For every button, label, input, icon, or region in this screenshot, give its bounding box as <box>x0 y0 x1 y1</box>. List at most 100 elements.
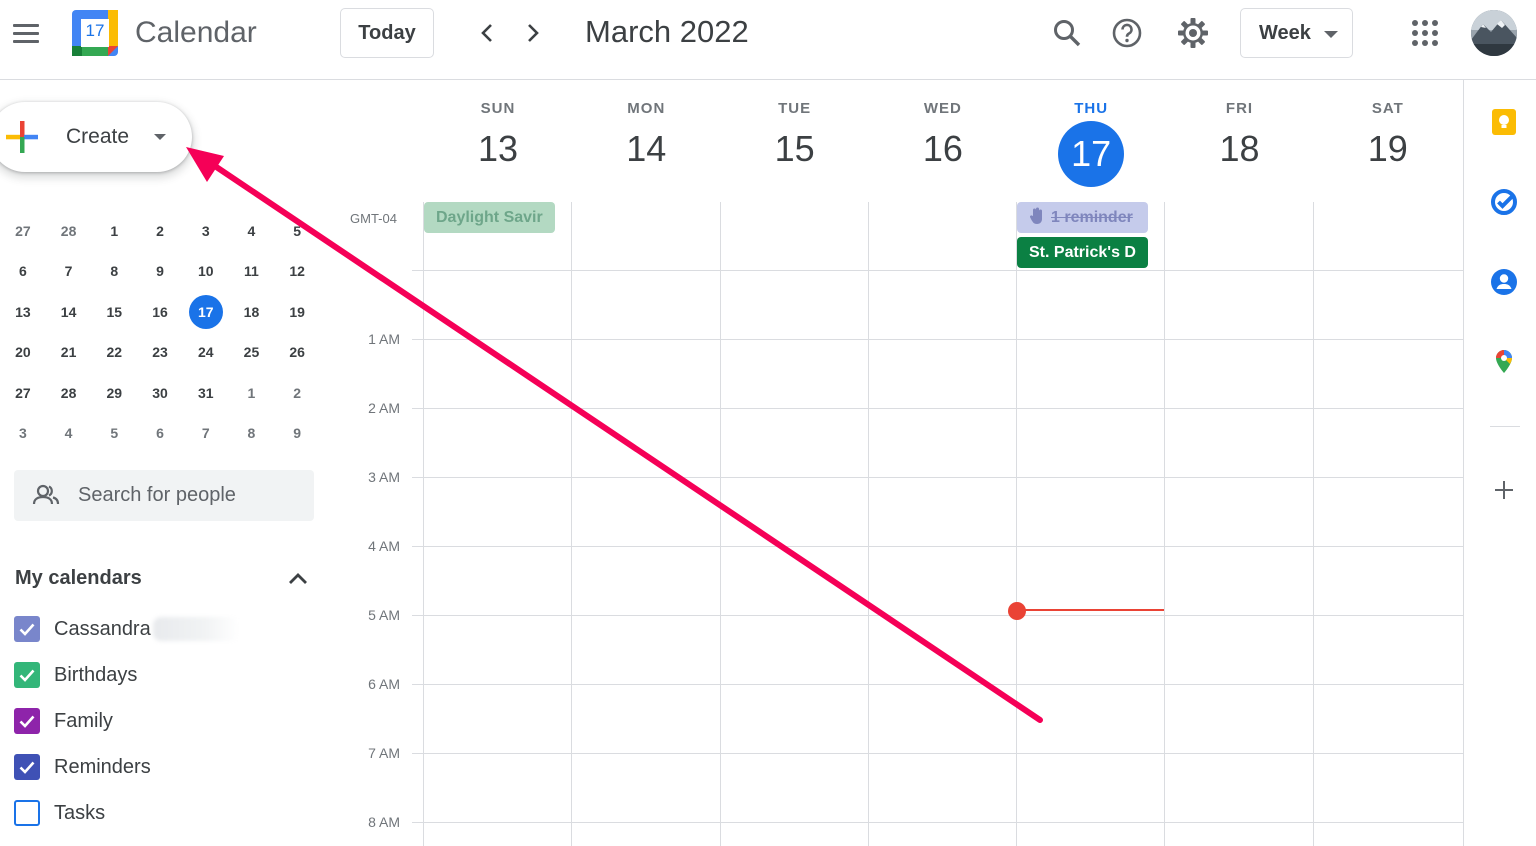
mini-calendar-day[interactable]: 2 <box>274 374 320 414</box>
redacted-name <box>152 617 239 641</box>
mini-calendar-day[interactable]: 7 <box>183 414 229 454</box>
day-column-line <box>1313 202 1314 846</box>
mini-calendar-day[interactable]: 10 <box>183 252 229 292</box>
mini-calendar-day[interactable]: 21 <box>46 333 92 373</box>
day-number[interactable]: 18 <box>1166 129 1314 169</box>
calendar-checkbox[interactable] <box>14 662 40 688</box>
mini-calendar-day[interactable]: 18 <box>229 293 275 333</box>
day-number[interactable]: 16 <box>869 129 1017 169</box>
calendar-checkbox[interactable] <box>14 754 40 780</box>
mini-calendar-day[interactable]: 26 <box>274 333 320 373</box>
help-button[interactable] <box>1108 14 1146 52</box>
mini-calendar-day[interactable]: 9 <box>274 414 320 454</box>
mini-calendar-day[interactable]: 25 <box>229 333 275 373</box>
mini-calendar-day[interactable]: 2 <box>137 212 183 252</box>
tasks-icon[interactable] <box>1490 188 1518 216</box>
checkmark-icon <box>19 761 35 774</box>
day-header-tue[interactable]: TUE 15 <box>721 100 869 169</box>
event-daylight-saving[interactable]: Daylight Savir <box>424 202 555 233</box>
my-calendars-heading[interactable]: My calendars <box>15 567 142 590</box>
mini-calendar-day[interactable]: 23 <box>137 333 183 373</box>
day-number[interactable]: 13 <box>424 129 572 169</box>
mini-calendar-day[interactable]: 19 <box>274 293 320 333</box>
day-header-wed[interactable]: WED 16 <box>869 100 1017 169</box>
mini-calendar-day[interactable]: 4 <box>46 414 92 454</box>
mini-calendar-day[interactable]: 27 <box>0 212 46 252</box>
day-number[interactable]: 14 <box>572 129 720 169</box>
event-st-patricks-day[interactable]: St. Patrick's D <box>1017 237 1148 268</box>
day-header-sun[interactable]: SUN 13 <box>424 100 572 169</box>
mini-calendar-day[interactable]: 4 <box>229 212 275 252</box>
maps-icon[interactable] <box>1490 348 1518 376</box>
mini-calendar-day[interactable]: 3 <box>0 414 46 454</box>
create-button[interactable]: Create <box>0 102 192 172</box>
checkmark-icon <box>19 715 35 728</box>
time-label: 7 AM <box>368 745 400 761</box>
calendar-checkbox[interactable] <box>14 616 40 642</box>
calendar-checkbox[interactable] <box>14 800 40 826</box>
day-header-fri[interactable]: FRI 18 <box>1166 100 1314 169</box>
calendar-label: Tasks <box>54 801 106 824</box>
day-number[interactable]: 19 <box>1314 129 1462 169</box>
mini-calendar-day[interactable]: 9 <box>137 252 183 292</box>
mini-calendar-day[interactable]: 15 <box>91 293 137 333</box>
mini-calendar-day[interactable]: 28 <box>46 374 92 414</box>
contacts-icon[interactable] <box>1490 268 1518 296</box>
calendar-item-birthdays[interactable]: Birthdays <box>14 660 137 690</box>
calendar-item-cassandra[interactable]: Cassandra <box>14 614 239 644</box>
hour-line <box>412 477 1464 478</box>
chevron-up-icon[interactable] <box>287 568 309 590</box>
checkmark-icon <box>19 669 35 682</box>
mini-calendar-day[interactable]: 13 <box>0 293 46 333</box>
mini-calendar-day[interactable]: 28 <box>46 212 92 252</box>
day-number[interactable]: 15 <box>721 129 869 169</box>
calendar-item-tasks[interactable]: Tasks <box>14 798 105 828</box>
day-header-thu[interactable]: THU 17 <box>1017 100 1165 187</box>
mini-calendar-day[interactable]: 5 <box>91 414 137 454</box>
mini-calendar-day[interactable]: 6 <box>137 414 183 454</box>
mini-calendar-day[interactable]: 5 <box>274 212 320 252</box>
search-button[interactable] <box>1048 14 1086 52</box>
avatar[interactable] <box>1471 10 1517 56</box>
hour-line <box>412 615 1464 616</box>
next-week-button[interactable] <box>518 18 548 48</box>
mini-calendar-day[interactable]: 6 <box>0 252 46 292</box>
day-number[interactable]: 17 <box>1058 121 1125 187</box>
search-people-input[interactable]: Search for people <box>14 470 314 521</box>
mini-calendar-day[interactable]: 1 <box>229 374 275 414</box>
keep-icon[interactable] <box>1490 108 1518 136</box>
mini-calendar-day[interactable]: 8 <box>91 252 137 292</box>
mini-calendar-day[interactable]: 20 <box>0 333 46 373</box>
mini-calendar-day[interactable]: 31 <box>183 374 229 414</box>
mini-calendar-day[interactable]: 16 <box>137 293 183 333</box>
time-label: 6 AM <box>368 676 400 692</box>
mini-calendar-day[interactable]: 1 <box>91 212 137 252</box>
mini-calendar-day[interactable]: 12 <box>274 252 320 292</box>
menu-icon[interactable] <box>8 13 44 53</box>
mini-calendar-day[interactable]: 7 <box>46 252 92 292</box>
mini-calendar-day[interactable]: 17 <box>183 293 229 333</box>
today-button[interactable]: Today <box>340 8 434 58</box>
calendar-item-reminders[interactable]: Reminders <box>14 752 151 782</box>
day-header-mon[interactable]: MON 14 <box>572 100 720 169</box>
mini-calendar-day[interactable]: 3 <box>183 212 229 252</box>
mini-calendar-day[interactable]: 29 <box>91 374 137 414</box>
mini-calendar-day[interactable]: 27 <box>0 374 46 414</box>
event-reminder[interactable]: 1 reminder <box>1017 202 1148 233</box>
settings-button[interactable] <box>1174 14 1212 52</box>
mini-calendar-day[interactable]: 24 <box>183 333 229 373</box>
add-icon[interactable] <box>1490 476 1518 504</box>
apps-grid-icon[interactable] <box>1410 18 1440 48</box>
mini-calendar-day[interactable]: 8 <box>229 414 275 454</box>
calendar-checkbox[interactable] <box>14 708 40 734</box>
previous-week-button[interactable] <box>472 18 502 48</box>
day-header-sat[interactable]: SAT 19 <box>1314 100 1462 169</box>
mini-calendar-day[interactable]: 14 <box>46 293 92 333</box>
day-of-week: TUE <box>778 100 812 117</box>
day-column-line <box>720 202 721 846</box>
mini-calendar-day[interactable]: 30 <box>137 374 183 414</box>
mini-calendar-day[interactable]: 22 <box>91 333 137 373</box>
mini-calendar-day[interactable]: 11 <box>229 252 275 292</box>
view-selector[interactable]: Week <box>1240 8 1353 58</box>
calendar-item-family[interactable]: Family <box>14 706 113 736</box>
